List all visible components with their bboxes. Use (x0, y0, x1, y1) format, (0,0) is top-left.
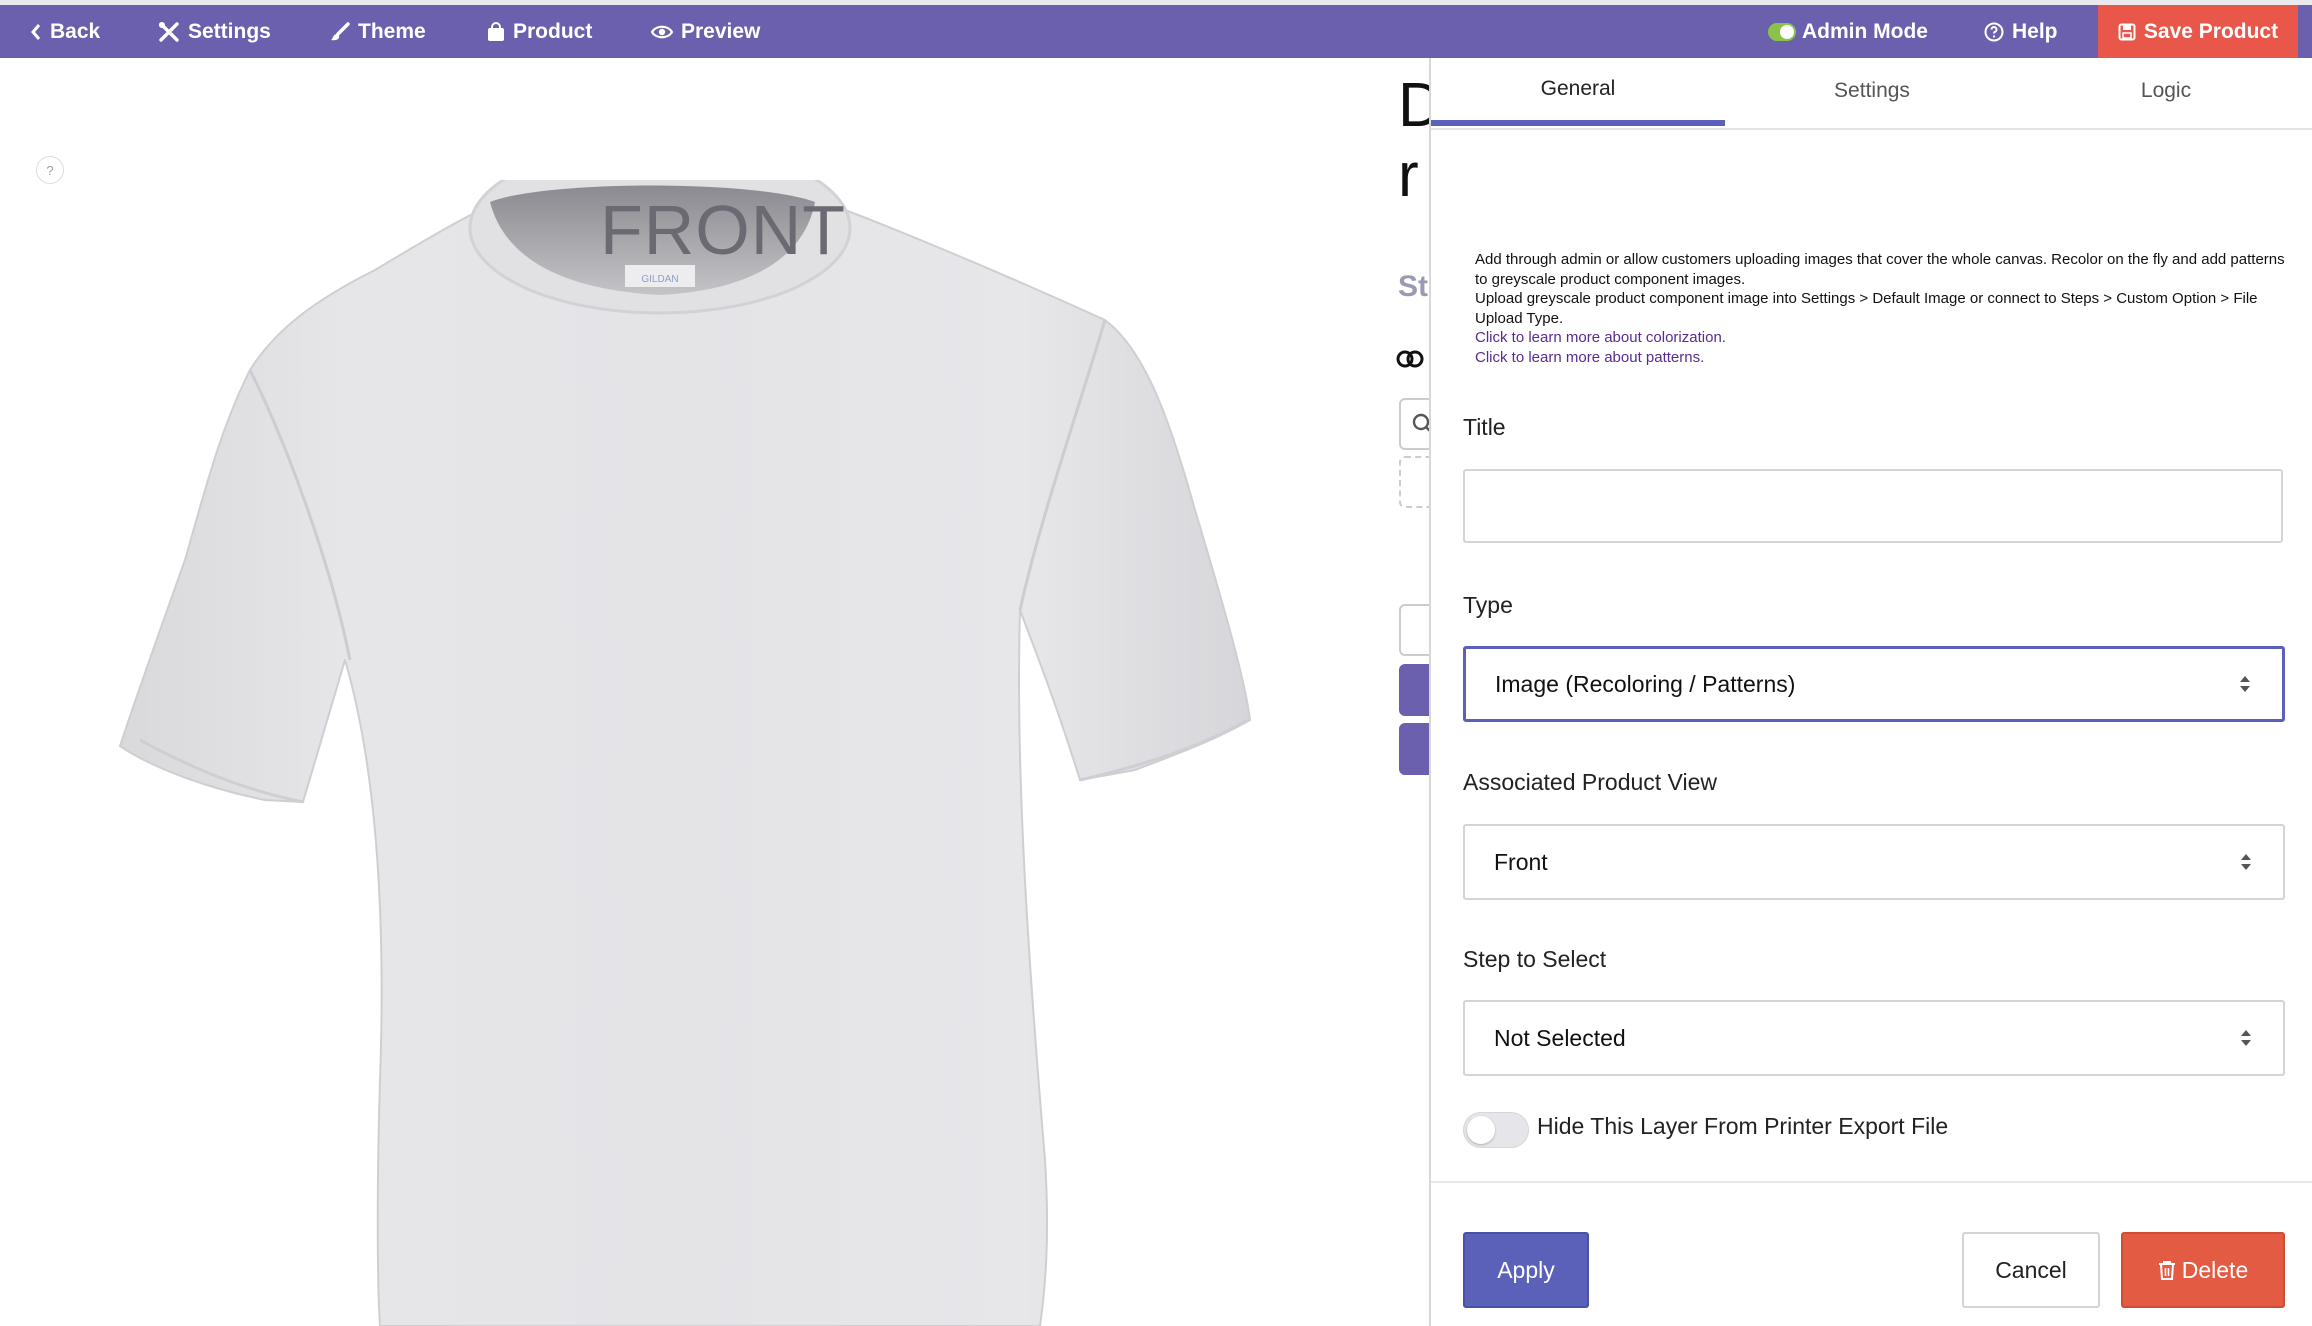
trash-icon (2158, 1261, 2175, 1280)
paintbrush-icon (331, 21, 350, 40)
step-selected-value: Not Selected (1494, 1024, 1626, 1051)
help-label: Help (2012, 19, 2058, 43)
collar-tag-text: GILDAN (641, 274, 678, 285)
type-select[interactable]: Image (Recoloring / Patterns) (1463, 646, 2285, 722)
title-input[interactable] (1463, 469, 2283, 543)
floppy-disk-icon (2118, 23, 2136, 40)
top-navigation-bar: Back Settings Theme Product Preview Admi… (0, 5, 2312, 58)
tab-logic[interactable]: Logic (2019, 58, 2312, 124)
preview-label: Preview (681, 19, 761, 43)
hidden-heading-fragment-2: r (1398, 141, 1419, 210)
description-line-2: Upload greyscale product component image… (1475, 290, 2258, 327)
select-arrows-icon (2240, 676, 2250, 692)
back-button[interactable]: Back (30, 5, 100, 58)
delete-label: Delete (2181, 1256, 2249, 1283)
admin-mode-toggle[interactable]: Admin Mode (1768, 5, 1928, 58)
step-to-select-label: Step to Select (1463, 946, 1607, 972)
settings-button[interactable]: Settings (158, 5, 271, 58)
type-label: Type (1463, 592, 1513, 618)
tshirt-product-image[interactable]: GILDAN (115, 180, 1255, 1326)
preview-button[interactable]: Preview (651, 5, 760, 58)
patterns-help-link[interactable]: Click to learn more about patterns. (1475, 348, 2295, 368)
tab-general[interactable]: General (1431, 58, 1725, 126)
product-label: Product (513, 19, 593, 43)
view-name-label: FRONT (600, 191, 847, 269)
hidden-steps-fragment: St (1398, 270, 1428, 303)
tab-settings[interactable]: Settings (1725, 58, 2019, 124)
layer-properties-panel: General Settings Logic Add through admin… (1429, 58, 2312, 1326)
hide-layer-toggle[interactable] (1463, 1112, 1529, 1148)
settings-label: Settings (188, 19, 271, 43)
product-view-label: Associated Product View (1463, 769, 1717, 795)
save-product-label: Save Product (2143, 19, 2279, 43)
layer-description: Add through admin or allow customers upl… (1475, 250, 2295, 367)
panel-tabs: General Settings Logic (1431, 58, 2312, 130)
question-circle-icon (1984, 22, 2004, 41)
delete-button[interactable]: Delete (2121, 1232, 2285, 1308)
theme-label: Theme (358, 19, 426, 43)
product-view-select[interactable]: Front (1463, 824, 2285, 900)
shopping-bag-icon (488, 21, 504, 41)
chevron-left-icon (31, 23, 41, 40)
description-line-1: Add through admin or allow customers upl… (1475, 251, 2285, 288)
cancel-button[interactable]: Cancel (1962, 1232, 2100, 1308)
admin-mode-label: Admin Mode (1802, 19, 1928, 43)
product-button[interactable]: Product (487, 5, 592, 58)
select-arrows-icon (2241, 1030, 2251, 1046)
link-icon[interactable] (1396, 344, 1426, 374)
eye-icon (651, 25, 673, 38)
back-label: Back (50, 19, 101, 43)
toggle-on-icon (1768, 22, 1796, 41)
select-arrows-icon (2241, 854, 2251, 870)
canvas-help-button[interactable]: ? (36, 156, 64, 184)
title-label: Title (1463, 414, 1506, 440)
help-button[interactable]: Help (1984, 5, 2058, 58)
type-selected-value: Image (Recoloring / Patterns) (1495, 670, 1796, 697)
footer-divider (1431, 1181, 2312, 1183)
apply-button[interactable]: Apply (1463, 1232, 1589, 1308)
step-to-select-select[interactable]: Not Selected (1463, 1000, 2285, 1076)
colorization-help-link[interactable]: Click to learn more about colorization. (1475, 328, 2295, 348)
help-badge-text: ? (46, 162, 54, 178)
save-product-button[interactable]: Save Product (2098, 5, 2298, 58)
theme-button[interactable]: Theme (330, 5, 426, 58)
hide-layer-label: Hide This Layer From Printer Export File (1537, 1113, 1949, 1139)
tools-icon (159, 21, 179, 42)
product-view-selected-value: Front (1494, 848, 1548, 875)
